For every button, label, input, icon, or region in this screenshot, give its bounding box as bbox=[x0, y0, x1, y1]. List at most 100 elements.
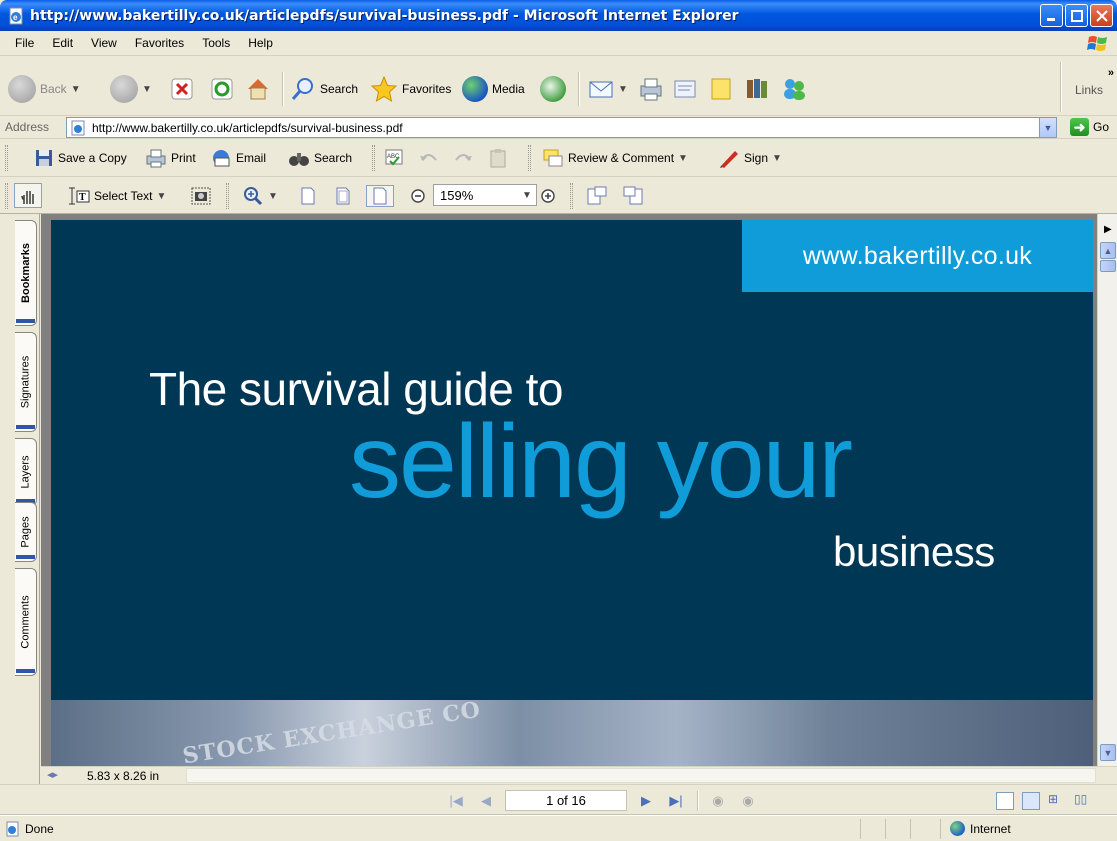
menu-view[interactable]: View bbox=[82, 36, 126, 50]
research-button[interactable] bbox=[744, 74, 770, 104]
paste-button[interactable] bbox=[488, 147, 508, 169]
globe-icon bbox=[950, 821, 965, 836]
continuous-view-button[interactable] bbox=[1022, 792, 1040, 810]
menu-help[interactable]: Help bbox=[239, 36, 282, 50]
menu-tools[interactable]: Tools bbox=[193, 36, 239, 50]
hand-tool-button[interactable] bbox=[14, 183, 42, 208]
maximize-icon bbox=[1070, 9, 1083, 22]
edit-page-icon bbox=[674, 80, 696, 98]
page-menu-arrow-icon[interactable]: ▶ bbox=[1104, 224, 1112, 235]
zoom-input[interactable] bbox=[440, 187, 510, 203]
chevron-more-icon[interactable]: » bbox=[1108, 67, 1114, 79]
page-size-label: 5.83 x 8.26 in bbox=[87, 769, 160, 783]
horizontal-scrollbar[interactable] bbox=[186, 768, 1096, 783]
spellcheck-button[interactable]: ABC bbox=[384, 147, 404, 169]
select-text-dropdown-icon[interactable]: ▼ bbox=[156, 191, 166, 202]
tab-layers[interactable]: Layers bbox=[15, 438, 37, 506]
continuous-facing-view-button[interactable]: ⊞ bbox=[1048, 792, 1066, 810]
document-status-bar: ◂▸ 5.83 x 8.26 in bbox=[41, 766, 1117, 784]
tab-signatures[interactable]: Signatures bbox=[15, 332, 37, 432]
redo-button[interactable] bbox=[452, 147, 474, 169]
split-handle-icon[interactable]: ◂▸ bbox=[47, 768, 58, 781]
address-dropdown-icon[interactable]: ▼ bbox=[1039, 118, 1056, 137]
acrobat-search-label: Search bbox=[314, 151, 353, 165]
search-button[interactable]: Search bbox=[290, 74, 358, 104]
review-comment-button[interactable]: Review & Comment ▼ bbox=[542, 147, 688, 169]
zoom-dropdown-icon[interactable]: ▼ bbox=[522, 190, 532, 201]
discuss-button[interactable] bbox=[708, 74, 734, 104]
page-number-field[interactable]: 1 of 16 bbox=[505, 790, 627, 811]
mail-button[interactable]: ▼ bbox=[588, 74, 628, 104]
acrobat-email-button[interactable]: Email bbox=[210, 147, 266, 169]
tab-pages[interactable]: Pages bbox=[15, 502, 37, 562]
forward-dropdown-icon[interactable]: ▼ bbox=[142, 84, 152, 95]
snapshot-button[interactable] bbox=[190, 185, 212, 207]
single-page-view-button[interactable] bbox=[996, 792, 1014, 810]
maximize-button[interactable] bbox=[1065, 4, 1088, 27]
messenger-icon bbox=[784, 79, 805, 100]
minimize-button[interactable] bbox=[1040, 4, 1063, 27]
binoculars-icon bbox=[289, 153, 309, 166]
address-label: Address bbox=[5, 120, 50, 134]
mail-dropdown-icon[interactable]: ▼ bbox=[618, 84, 628, 95]
last-page-button[interactable]: ▶| bbox=[666, 792, 686, 810]
messenger-button[interactable] bbox=[780, 74, 808, 104]
facing-view-button[interactable]: ▯▯ bbox=[1074, 792, 1092, 810]
menu-favorites[interactable]: Favorites bbox=[126, 36, 193, 50]
printer-icon bbox=[640, 78, 662, 101]
acrobat-search-button[interactable]: Search bbox=[288, 147, 352, 169]
sign-button[interactable]: Sign ▼ bbox=[718, 147, 782, 169]
back-button[interactable]: Back ▼ bbox=[8, 74, 81, 104]
close-button[interactable] bbox=[1090, 4, 1113, 27]
next-view-button[interactable]: ◉ bbox=[738, 792, 758, 810]
forward-button[interactable]: ▼ bbox=[110, 74, 152, 104]
rotate-clockwise-button[interactable] bbox=[586, 185, 608, 207]
select-text-button[interactable]: T Select Text ▼ bbox=[68, 185, 166, 207]
tab-comments[interactable]: Comments bbox=[15, 568, 37, 676]
svg-text:T: T bbox=[79, 192, 86, 203]
scroll-down-button[interactable]: ▼ bbox=[1100, 744, 1116, 761]
zoom-tool-dropdown-icon[interactable]: ▼ bbox=[268, 191, 278, 202]
go-button[interactable]: ➜ Go bbox=[1069, 118, 1109, 136]
history-button[interactable] bbox=[540, 74, 566, 104]
media-button[interactable]: Media bbox=[462, 74, 525, 104]
menu-edit[interactable]: Edit bbox=[43, 36, 82, 50]
stop-icon bbox=[171, 78, 193, 100]
actual-size-button[interactable] bbox=[298, 185, 318, 207]
scroll-thumb[interactable] bbox=[1100, 260, 1116, 272]
tab-bookmarks[interactable]: Bookmarks bbox=[15, 220, 37, 326]
vertical-scrollbar[interactable]: ▶ ▲ ▼ bbox=[1097, 214, 1117, 766]
refresh-button[interactable] bbox=[210, 74, 234, 104]
favorites-button[interactable]: Favorites bbox=[370, 74, 451, 104]
stop-button[interactable] bbox=[170, 74, 194, 104]
zoom-in-button[interactable] bbox=[540, 185, 556, 207]
next-page-button[interactable]: ▶ bbox=[636, 792, 656, 810]
previous-page-button[interactable]: ◀ bbox=[476, 792, 496, 810]
previous-view-button[interactable]: ◉ bbox=[708, 792, 728, 810]
review-dropdown-icon[interactable]: ▼ bbox=[678, 153, 688, 164]
links-label[interactable]: Links bbox=[1075, 83, 1103, 97]
back-dropdown-icon[interactable]: ▼ bbox=[71, 84, 81, 95]
rotate-counterclockwise-button[interactable] bbox=[622, 185, 644, 207]
zoom-out-button[interactable] bbox=[410, 185, 426, 207]
refresh-icon bbox=[211, 78, 233, 100]
scroll-up-button[interactable]: ▲ bbox=[1100, 242, 1116, 259]
acrobat-view-toolbar: T Select Text ▼ ▼ ▼ bbox=[0, 177, 1117, 214]
save-copy-button[interactable]: Save a Copy bbox=[34, 147, 127, 169]
zoom-in-tool-button[interactable]: ▼ bbox=[242, 185, 278, 207]
menu-file[interactable]: File bbox=[6, 36, 43, 50]
email-icon bbox=[213, 150, 230, 167]
acrobat-print-button[interactable]: Print bbox=[145, 147, 196, 169]
fit-width-button[interactable] bbox=[366, 185, 394, 207]
zoom-combobox[interactable]: ▼ bbox=[433, 184, 537, 206]
address-input[interactable] bbox=[92, 120, 1022, 135]
undo-button[interactable] bbox=[418, 147, 440, 169]
sign-dropdown-icon[interactable]: ▼ bbox=[772, 153, 782, 164]
fit-page-button[interactable] bbox=[333, 185, 353, 207]
document-viewport[interactable]: www.bakertilly.co.uk The survival guide … bbox=[41, 214, 1097, 766]
edit-button[interactable] bbox=[672, 74, 698, 104]
first-page-button[interactable]: |◀ bbox=[446, 792, 466, 810]
home-button[interactable] bbox=[245, 74, 271, 104]
print-button[interactable] bbox=[638, 74, 664, 104]
minimize-icon bbox=[1047, 18, 1055, 21]
